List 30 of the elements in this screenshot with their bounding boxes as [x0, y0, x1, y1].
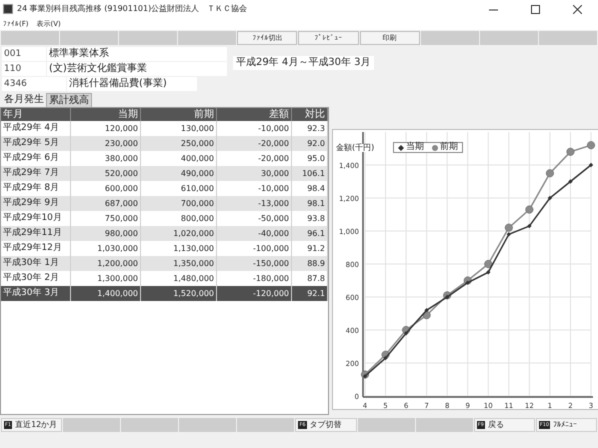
- table-cell: 平成30年 3月: [1, 286, 71, 301]
- window-title: 24 事業別科目残高推移 (91901101)公益財団法人 ＴＫＣ協会: [17, 3, 248, 15]
- code-field[interactable]: 110: [2, 62, 46, 76]
- table-row[interactable]: 平成29年 5月 230,000 250,000 -20,000 92.0: [1, 136, 328, 151]
- name-field[interactable]: 標準事業体系: [47, 47, 227, 61]
- table-row[interactable]: 平成29年 4月 120,000 130,000 -10,000 92.3: [1, 121, 328, 136]
- table-row[interactable]: 平成29年11月 980,000 1,020,000 -40,000 96.1: [1, 226, 328, 241]
- table-row[interactable]: 平成29年 8月 600,000 610,000 -10,000 98.4: [1, 181, 328, 196]
- table-cell: 1,520,000: [141, 286, 217, 301]
- table-row[interactable]: 平成29年 9月 687,000 700,000 -13,000 98.1: [1, 196, 328, 211]
- tab[interactable]: 各月発生: [2, 93, 46, 107]
- tab[interactable]: 累計残高: [46, 93, 92, 107]
- code-field[interactable]: 001: [2, 47, 46, 61]
- table-row[interactable]: 平成30年 2月 1,300,000 1,480,000 -180,000 87.8: [1, 271, 328, 286]
- table-row[interactable]: 平成29年 7月 520,000 490,000 30,000 106.1: [1, 166, 328, 181]
- name-field[interactable]: (文)芸術文化鑑賞事業: [47, 62, 227, 76]
- legend-label: 前期: [440, 143, 458, 152]
- table-cell: -120,000: [217, 286, 292, 301]
- table-row[interactable]: 平成29年10月 750,000 800,000 -50,000 93.8: [1, 211, 328, 226]
- table-cell: 92.1: [292, 286, 328, 301]
- name-field[interactable]: 消耗什器備品費(事業): [67, 77, 197, 91]
- table-row[interactable]: 平成30年 3月 1,400,000 1,520,000 -120,000 92.1: [1, 286, 328, 301]
- table-row[interactable]: 平成30年 1月 1,200,000 1,350,000 -150,000 88.9: [1, 256, 328, 271]
- period-field[interactable]: 平成29年 4月～平成30年 3月: [233, 56, 374, 70]
- y-axis-title: 金額(千円): [336, 144, 374, 152]
- table-row[interactable]: 平成29年12月 1,030,000 1,130,000 -100,000 91.2: [1, 241, 328, 256]
- legend-label: 当期: [406, 143, 424, 152]
- code-field[interactable]: 4346: [2, 77, 66, 91]
- table-cell: 1,400,000: [71, 286, 141, 301]
- table-row[interactable]: 平成29年 6月 380,000 400,000 -20,000 95.0: [1, 151, 328, 166]
